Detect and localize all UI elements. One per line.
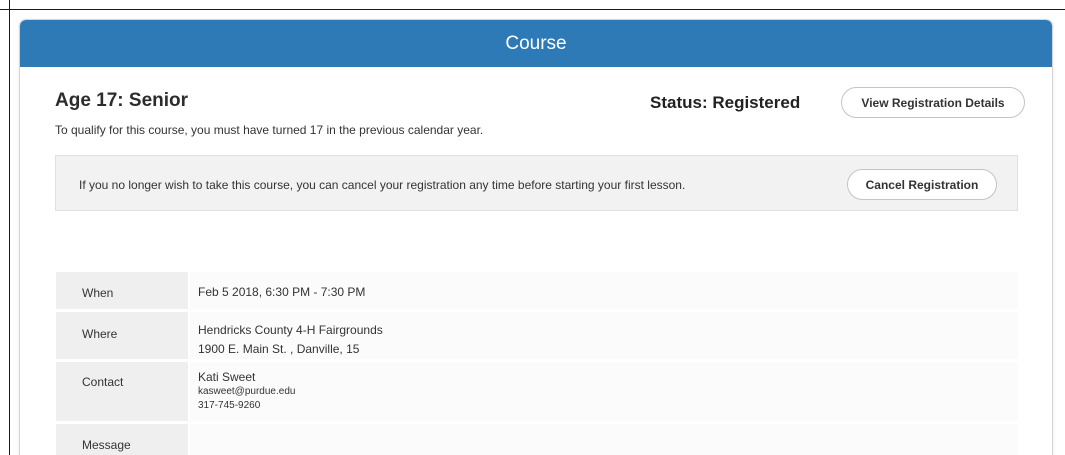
course-card: Course Age 17: Senior To qualify for thi… (19, 19, 1053, 455)
where-label: Where (56, 312, 188, 359)
message-value (190, 424, 1018, 455)
cancel-notice-text: If you no longer wish to take this cours… (79, 178, 686, 192)
registration-status: Status: Registered (650, 93, 801, 112)
course-description: To qualify for this course, you must hav… (55, 123, 484, 137)
contact-label: Contact (56, 362, 188, 421)
contact-phone: 317-745-9260 (198, 400, 261, 411)
card-header-title: Course (505, 32, 567, 54)
contact-email: kasweet@purdue.edu (198, 386, 296, 397)
window-frame-left (9, 0, 10, 455)
course-title: Age 17: Senior (55, 90, 189, 111)
where-value: Hendricks County 4-H Fairgrounds 1900 E.… (190, 312, 1018, 359)
course-details-table: When Feb 5 2018, 6:30 PM - 7:30 PM Where… (56, 272, 1018, 455)
card-header: Course (20, 20, 1052, 67)
contact-value: Kati Sweet kasweet@purdue.edu 317-745-92… (190, 362, 1018, 421)
details-row-contact: Contact Kati Sweet kasweet@purdue.edu 31… (56, 362, 1018, 421)
window-frame-top (0, 9, 1065, 10)
details-row-message: Message (56, 424, 1018, 455)
when-value: Feb 5 2018, 6:30 PM - 7:30 PM (190, 272, 1018, 309)
location-address: 1900 E. Main St. , Danville, 15 (198, 342, 360, 356)
contact-name: Kati Sweet (198, 370, 256, 384)
message-label: Message (56, 424, 188, 455)
location-name: Hendricks County 4-H Fairgrounds (198, 323, 383, 337)
details-row-when: When Feb 5 2018, 6:30 PM - 7:30 PM (56, 272, 1018, 309)
view-registration-details-button[interactable]: View Registration Details (841, 87, 1025, 118)
when-label: When (56, 272, 188, 309)
details-row-where: Where Hendricks County 4-H Fairgrounds 1… (56, 312, 1018, 359)
cancel-registration-button[interactable]: Cancel Registration (847, 169, 997, 200)
